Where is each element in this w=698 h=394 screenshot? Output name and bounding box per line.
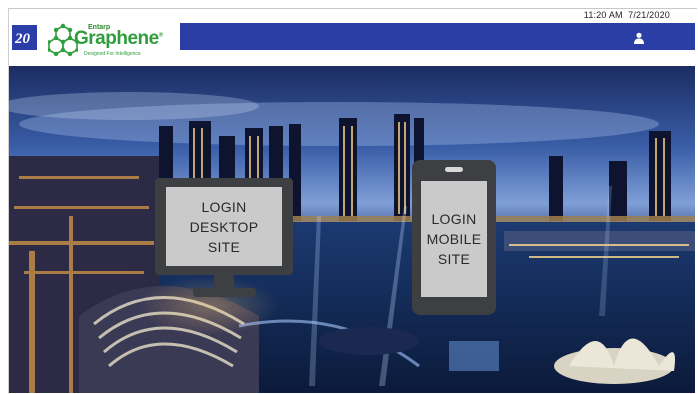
desktop-label-line2: DESKTOP xyxy=(189,218,259,235)
mobile-label-line2: MOBILE xyxy=(426,231,482,247)
monitor-stand-base xyxy=(193,288,256,297)
mobile-label-line1: LOGIN xyxy=(431,211,477,227)
datetime-display: 11:20 AM 7/21/2020 xyxy=(584,10,670,20)
company-logo-mark: 20 xyxy=(12,25,37,50)
brand-name-text: Graphene xyxy=(74,28,159,49)
svg-text:20: 20 xyxy=(14,31,31,47)
time-text: 11:20 AM xyxy=(583,10,623,20)
registered-mark: ® xyxy=(158,32,163,39)
brand-tagline: Designed For Intelligence xyxy=(84,51,141,57)
graphene-logo: Entarp Graphene® Designed For Intelligen… xyxy=(48,22,173,62)
date-text: 7/21/2020 xyxy=(628,10,670,20)
phone-speaker-icon xyxy=(445,167,463,172)
user-icon[interactable] xyxy=(633,31,645,44)
login-mobile-site-button[interactable]: LOGIN MOBILE SITE xyxy=(412,160,496,315)
logo-mark-icon: 20 xyxy=(14,31,31,47)
top-navigation-bar xyxy=(180,23,695,50)
desktop-label-line1: LOGIN xyxy=(201,198,247,215)
monitor-stand-neck xyxy=(214,275,234,289)
city-skyline-background xyxy=(9,66,695,393)
brand-name: Graphene® xyxy=(74,28,163,50)
desktop-monitor-icon: LOGIN DESKTOP SITE xyxy=(155,178,293,275)
mobile-login-label: LOGIN MOBILE SITE xyxy=(421,181,487,297)
desktop-label-line3: SITE xyxy=(207,238,241,255)
desktop-login-label: LOGIN DESKTOP SITE xyxy=(166,187,282,266)
city-skyline-night-image xyxy=(9,66,695,393)
mobile-label-line3: SITE xyxy=(437,251,471,267)
